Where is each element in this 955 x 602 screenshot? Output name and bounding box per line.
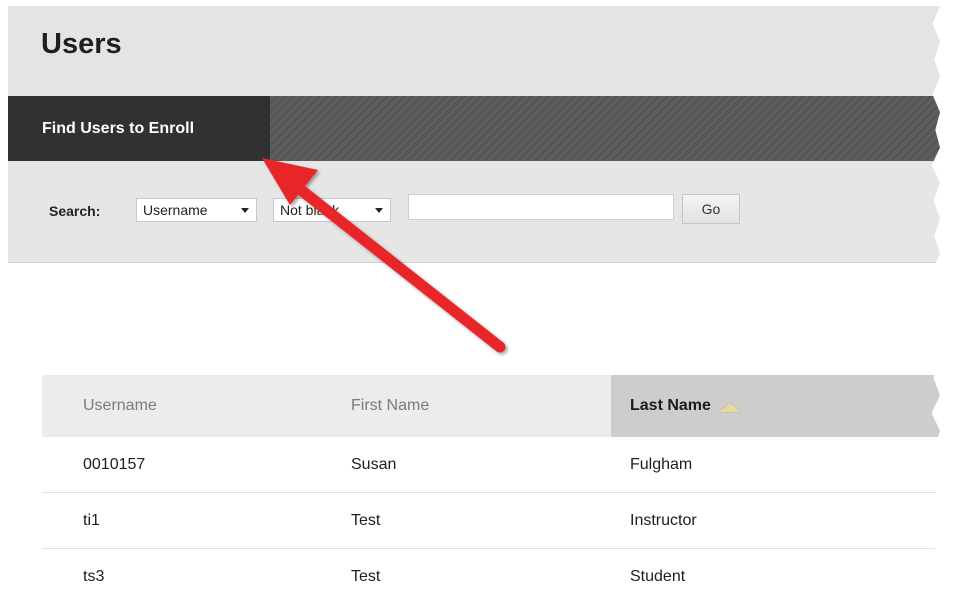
search-operator-select[interactable]: Not blank: [273, 198, 391, 222]
cell-username: ts3: [83, 567, 105, 585]
column-header-label: Username: [83, 397, 157, 414]
table-row: ti1 Test Instructor: [42, 493, 940, 549]
column-header-label: Last Name: [630, 397, 711, 414]
table-header: Username First Name Last Name: [42, 375, 940, 437]
chevron-down-icon: [375, 208, 383, 213]
screenshot-frame: Users Find Users to Enroll Search: Usern…: [8, 6, 940, 596]
users-table: Username First Name Last Name 0010157 Su…: [42, 375, 940, 596]
cell-first-name: Test: [351, 511, 381, 529]
column-header-username[interactable]: Username: [42, 375, 311, 437]
table-row: 0010157 Susan Fulgham: [42, 437, 940, 493]
search-label: Search:: [49, 203, 101, 219]
go-button[interactable]: Go: [682, 194, 740, 224]
cell-username: 0010157: [83, 455, 146, 473]
column-header-last-name[interactable]: Last Name: [611, 375, 940, 437]
search-field-select-value: Username: [143, 202, 208, 218]
search-bar: Search: Username Not blank Go: [8, 161, 940, 263]
cell-first-name: Susan: [351, 455, 397, 473]
search-input[interactable]: [408, 194, 674, 220]
chevron-down-icon: [241, 208, 249, 213]
table-row: ts3 Test Student: [42, 549, 940, 596]
page-header: Users: [8, 6, 940, 97]
search-operator-select-value: Not blank: [280, 202, 340, 218]
cell-username: ti1: [83, 511, 100, 529]
search-field-select[interactable]: Username: [136, 198, 257, 222]
tab-bar: Find Users to Enroll: [8, 96, 940, 161]
cell-last-name: Instructor: [630, 511, 697, 529]
column-header-first-name[interactable]: First Name: [311, 375, 611, 437]
page-title: Users: [41, 28, 122, 60]
cell-last-name: Fulgham: [630, 455, 693, 473]
cell-first-name: Test: [351, 567, 381, 585]
column-header-label: First Name: [351, 397, 430, 414]
tab-find-users-to-enroll[interactable]: Find Users to Enroll: [8, 96, 270, 161]
sort-ascending-icon: [718, 402, 741, 412]
cell-last-name: Student: [630, 567, 686, 585]
